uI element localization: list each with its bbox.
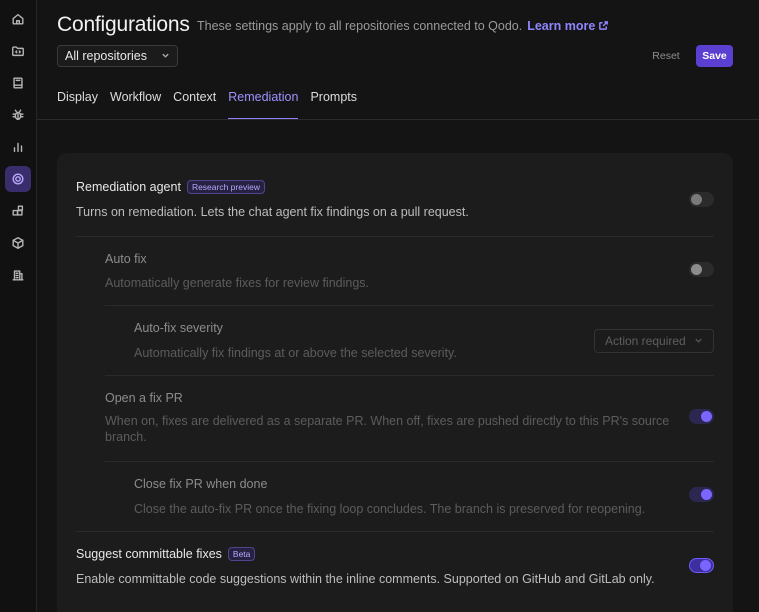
repository-select-value: All repositories	[65, 49, 147, 63]
open-fix-pr-description: When on, fixes are delivered as a separa…	[105, 414, 670, 428]
toggle-knob	[701, 411, 712, 422]
home-icon[interactable]	[5, 6, 31, 32]
research-preview-badge: Research preview	[186, 180, 265, 194]
remediation-settings-card: Remediation agent Research preview Turns …	[57, 153, 733, 612]
close-fix-pr-toggle[interactable]	[689, 487, 714, 502]
setting-remediation-agent: Remediation agent Research preview Turns …	[57, 153, 733, 236]
severity-select-value: Action required	[605, 334, 686, 348]
tab-workflow[interactable]: Workflow	[110, 90, 161, 120]
suggest-committable-description: Enable committable code suggestions with…	[76, 572, 655, 586]
auto-fix-severity-description: Automatically fix findings at or above t…	[134, 346, 457, 360]
row-divider	[105, 461, 714, 462]
save-button[interactable]: Save	[696, 45, 733, 67]
row-divider	[76, 236, 714, 237]
setting-auto-fix-severity: Auto-fix severity Automatically fix find…	[57, 305, 733, 375]
book-icon[interactable]	[5, 70, 31, 96]
reset-button[interactable]: Reset	[645, 45, 687, 67]
learn-more-label[interactable]: Learn more	[527, 19, 595, 33]
repository-select[interactable]: All repositories	[57, 45, 178, 67]
row-divider	[105, 375, 714, 376]
setting-auto-fix: Auto fix Automatically generate fixes fo…	[57, 236, 733, 305]
tab-context[interactable]: Context	[173, 90, 216, 120]
severity-select[interactable]: Action required	[594, 329, 714, 353]
tab-remediation[interactable]: Remediation	[228, 90, 299, 120]
settings-icon[interactable]	[5, 166, 31, 192]
tabs-divider	[37, 119, 759, 120]
page-subtitle: These settings apply to all repositories…	[197, 19, 609, 34]
setting-close-fix-pr: Close fix PR when done Close the auto-fi…	[57, 461, 733, 531]
blocks-icon[interactable]	[5, 198, 31, 224]
setting-open-fix-pr: Open a fix PR When on, fixes are deliver…	[57, 375, 733, 461]
external-link-icon[interactable]	[598, 20, 609, 34]
bar-chart-icon[interactable]	[5, 134, 31, 160]
open-fix-pr-description-continued: branch.	[105, 430, 147, 444]
suggest-committable-title: Suggest committable fixes	[76, 547, 222, 561]
chevron-down-icon	[161, 49, 170, 63]
toggle-knob	[700, 560, 711, 571]
learn-more-link[interactable]: Learn more	[527, 19, 609, 33]
bug-icon[interactable]	[5, 102, 31, 128]
beta-badge: Beta	[227, 547, 256, 561]
close-fix-pr-description: Close the auto-fix PR once the fixing lo…	[134, 502, 646, 516]
setting-title: Remediation agent Research preview	[76, 180, 265, 194]
package-icon[interactable]	[5, 230, 31, 256]
auto-fix-severity-title: Auto-fix severity	[134, 321, 223, 335]
auto-fix-description: Automatically generate fixes for review …	[105, 276, 370, 290]
folder-code-icon[interactable]	[5, 38, 31, 64]
tab-display[interactable]: Display	[57, 90, 98, 120]
row-divider	[76, 531, 714, 532]
setting-title: Suggest committable fixes Beta	[76, 547, 256, 561]
building-icon[interactable]	[5, 262, 31, 288]
remediation-agent-toggle[interactable]	[689, 192, 714, 207]
setting-suggest-committable-fixes: Suggest committable fixes Beta Enable com…	[57, 531, 733, 611]
tab-prompts[interactable]: Prompts	[310, 90, 357, 120]
suggest-committable-toggle[interactable]	[689, 558, 714, 573]
page-title: Configurations	[57, 13, 190, 36]
subtitle-text: These settings apply to all repositories…	[197, 19, 523, 33]
remediation-agent-title: Remediation agent	[76, 180, 181, 194]
toggle-knob	[691, 194, 702, 205]
row-divider	[105, 305, 714, 306]
toggle-knob	[691, 264, 702, 275]
close-fix-pr-title: Close fix PR when done	[134, 477, 268, 491]
auto-fix-toggle[interactable]	[689, 262, 714, 277]
toggle-knob	[701, 489, 712, 500]
tab-bar: Display Workflow Context Remediation Pro…	[57, 90, 369, 120]
open-fix-pr-title: Open a fix PR	[105, 391, 183, 405]
remediation-agent-description: Turns on remediation. Lets the chat agen…	[76, 205, 469, 219]
sidebar	[0, 0, 37, 612]
open-fix-pr-toggle[interactable]	[689, 409, 714, 424]
chevron-down-icon	[694, 334, 703, 348]
auto-fix-title: Auto fix	[105, 252, 147, 266]
